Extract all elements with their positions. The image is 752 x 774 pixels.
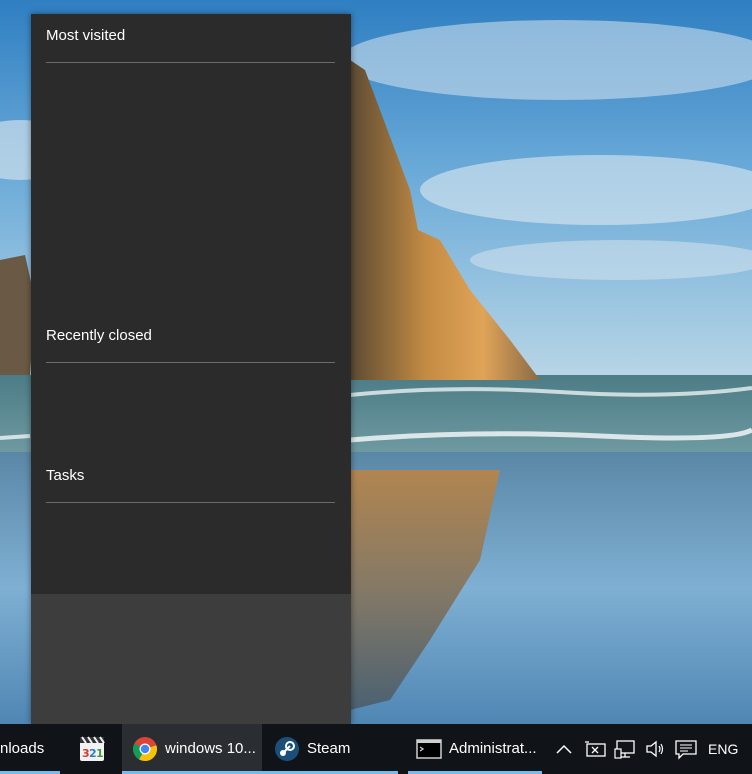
section-header-tasks: Tasks <box>46 467 85 484</box>
taskbar-item-command-prompt[interactable]: Administrat... <box>408 724 542 774</box>
network-icon[interactable] <box>613 736 639 762</box>
section-divider <box>46 502 335 503</box>
taskbar-item-steam[interactable]: Steam <box>262 724 398 774</box>
section-divider <box>46 362 335 363</box>
chrome-icon <box>133 737 158 762</box>
taskbar-item-chrome[interactable]: windows 10... <box>122 724 262 774</box>
command-prompt-icon <box>416 739 442 759</box>
language-indicator[interactable]: ENG <box>708 739 738 759</box>
section-divider <box>46 62 335 63</box>
section-header-recently-closed: Recently closed <box>46 327 152 344</box>
taskbar: nloads 3 2 1 windows 10... Steam Adminis… <box>0 724 752 774</box>
media-player-classic-icon: 3 2 1 <box>80 736 105 761</box>
steam-icon <box>275 737 299 761</box>
svg-text:1: 1 <box>96 747 104 760</box>
action-center-icon[interactable] <box>673 736 699 762</box>
section-header-most-visited: Most visited <box>46 27 126 44</box>
volume-icon[interactable] <box>643 736 669 762</box>
taskbar-item-label: Administrat... <box>449 740 537 757</box>
taskbar-item-file-explorer[interactable]: nloads <box>0 724 60 774</box>
input-indicator-icon[interactable] <box>583 736 609 762</box>
taskbar-item-label: Steam <box>307 740 351 757</box>
show-hidden-icons-chevron-icon[interactable] <box>553 736 575 762</box>
taskbar-item-label: nloads <box>0 740 45 757</box>
taskbar-item-media-player[interactable]: 3 2 1 <box>60 724 122 774</box>
jump-list-footer <box>31 594 351 724</box>
taskbar-item-label: windows 10... <box>165 740 256 757</box>
jump-list: Most visited Recently closed Tasks <box>31 14 351 724</box>
